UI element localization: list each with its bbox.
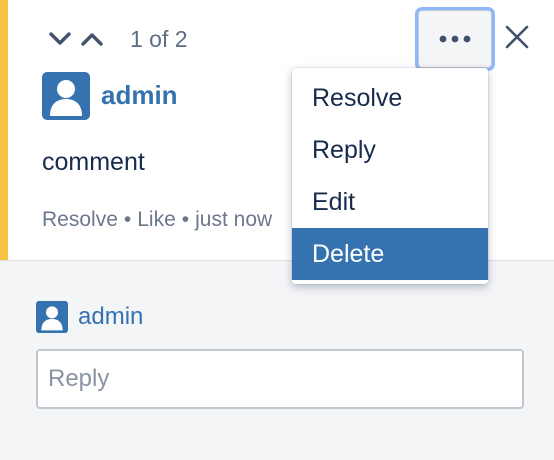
comment-accent-bar (0, 0, 8, 260)
action-separator: • (181, 208, 190, 231)
reply-avatar (36, 301, 68, 333)
close-icon (505, 25, 529, 49)
comment-counter: 1 of 2 (130, 25, 188, 52)
more-options-menu: Resolve Reply Edit Delete (292, 68, 488, 284)
reply-section: admin (0, 260, 554, 460)
menu-item-reply[interactable]: Reply (292, 124, 488, 176)
user-avatar-icon (41, 306, 63, 331)
author-avatar[interactable] (42, 72, 90, 120)
chevron-up-icon (81, 33, 103, 46)
comment-actions: Resolve • Like • just now (42, 208, 272, 232)
menu-item-edit[interactable]: Edit (292, 176, 488, 228)
comment-navigation: 1 of 2 (44, 22, 188, 56)
comment-author-link[interactable]: admin (101, 80, 178, 111)
next-comment-button[interactable] (76, 22, 108, 56)
more-options-button[interactable] (418, 10, 492, 68)
chevron-down-icon (49, 32, 71, 45)
resolve-link[interactable]: Resolve (42, 208, 118, 231)
previous-comment-button[interactable] (44, 22, 76, 56)
comment-body: comment (42, 148, 145, 176)
reply-input[interactable] (36, 349, 524, 409)
close-button[interactable] (500, 20, 534, 54)
reply-username: admin (78, 303, 144, 330)
action-separator: • (123, 208, 132, 231)
comment-timestamp: just now (195, 208, 273, 231)
more-options-icon (439, 35, 471, 43)
like-link[interactable]: Like (137, 208, 176, 231)
inline-comment-panel: 1 of 2 admin comment Resolve • Like • just n… (0, 0, 554, 460)
menu-item-delete[interactable]: Delete (292, 228, 488, 280)
user-avatar-icon (50, 80, 82, 116)
menu-item-resolve[interactable]: Resolve (292, 72, 488, 124)
